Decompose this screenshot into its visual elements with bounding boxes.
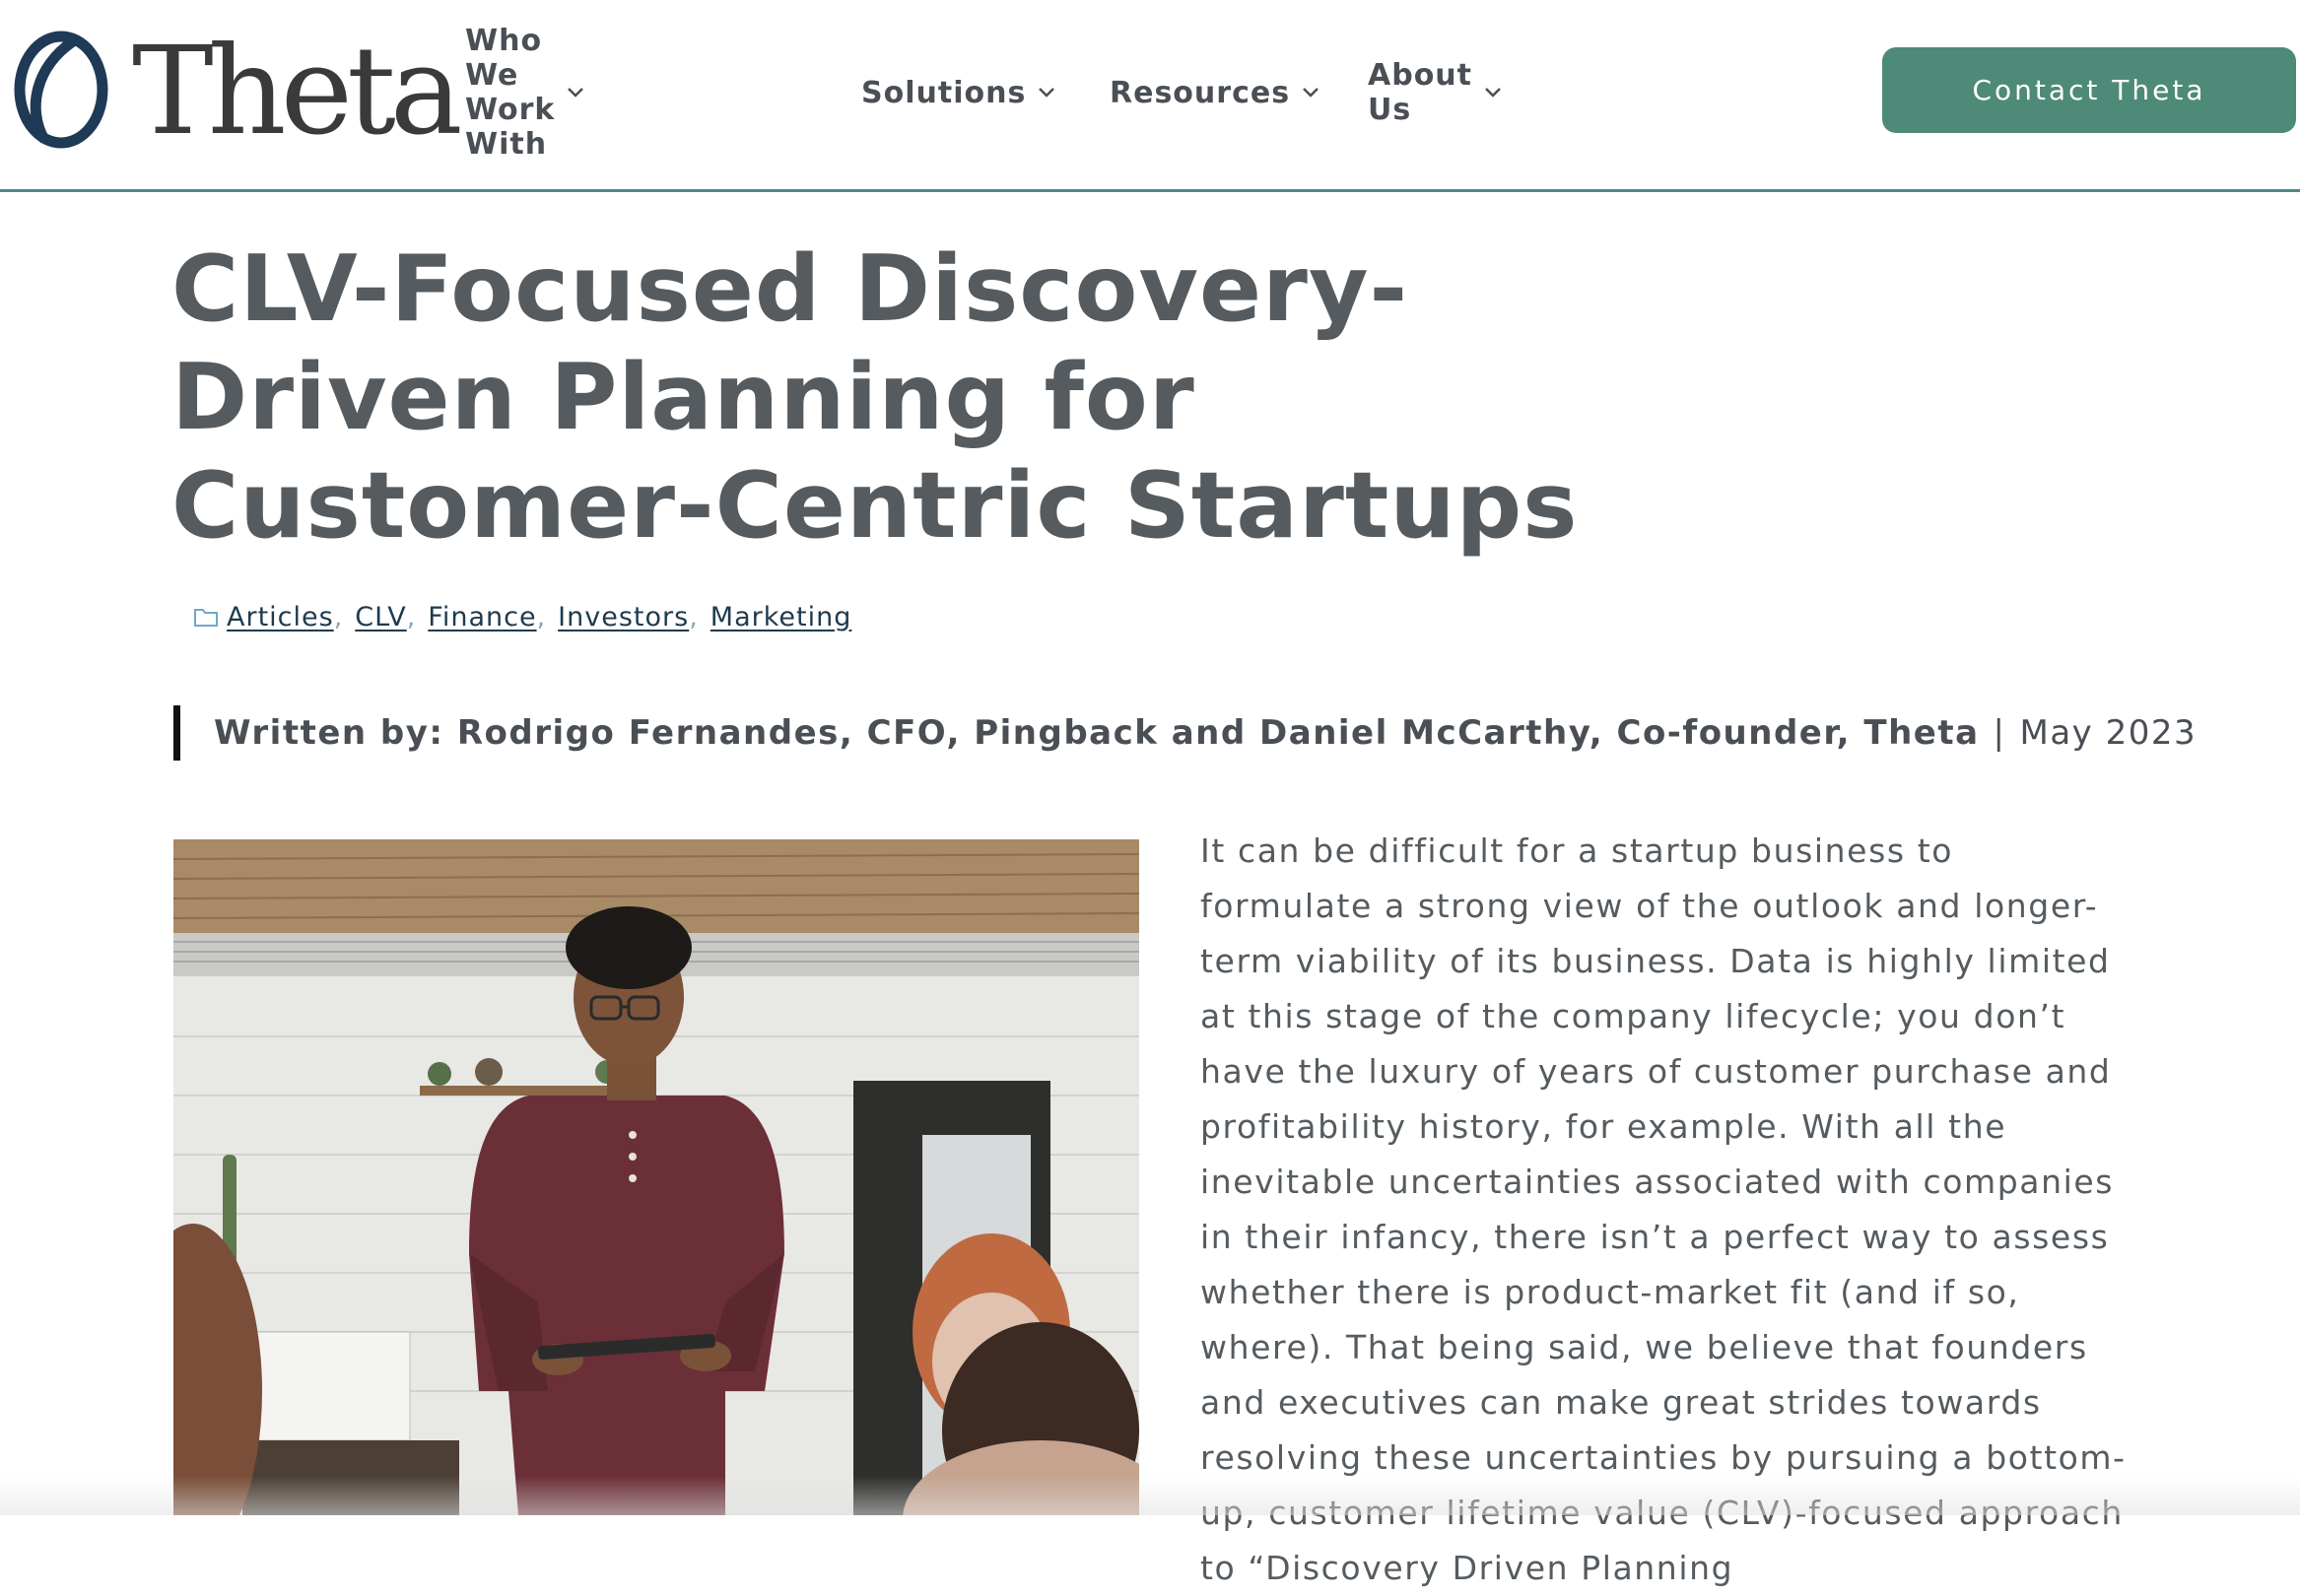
- article-title: CLV-Focused Discovery-Driven Planning fo…: [171, 235, 1579, 559]
- chevron-down-icon: [1038, 87, 1055, 99]
- category-link-investors[interactable]: Investors: [558, 602, 689, 632]
- nav-who-we-work-with[interactable]: Who We Work With: [465, 24, 584, 162]
- contact-theta-button[interactable]: Contact Theta: [1882, 47, 2296, 133]
- chevron-down-icon: [567, 87, 584, 99]
- category-separator: ,: [406, 601, 417, 632]
- category-separator: ,: [689, 601, 699, 632]
- category-link-marketing[interactable]: Marketing: [710, 602, 852, 632]
- brand-name: Theta: [132, 21, 463, 163]
- category-link-articles[interactable]: Articles: [227, 602, 334, 632]
- nav-label: About Us: [1368, 58, 1473, 127]
- article-body: It can be difficult for a startup busine…: [1200, 824, 2127, 1596]
- category-list: Articles, CLV, Finance, Investors, Marke…: [193, 597, 851, 636]
- chevron-down-icon: [1302, 87, 1319, 99]
- article-hero-photo: [173, 839, 1139, 1515]
- nav-label: Solutions: [861, 75, 1027, 110]
- site-header: Theta Who We Work With Solutions Resourc…: [0, 0, 2300, 192]
- nav-about-us[interactable]: About Us: [1368, 58, 1502, 127]
- byline-date: May 2023: [2019, 713, 2198, 753]
- theta-logo-mark-icon: [14, 31, 108, 149]
- nav-solutions[interactable]: Solutions: [861, 65, 1055, 120]
- nav-label: Who We Work With: [465, 24, 556, 162]
- byline-separator: |: [1993, 713, 2006, 753]
- byline: Written by: Rodrigo Fernandes, CFO, Ping…: [173, 705, 2197, 761]
- nav-resources[interactable]: Resources: [1110, 65, 1319, 120]
- article-paragraph: It can be difficult for a startup busine…: [1200, 831, 2127, 1587]
- category-separator: ,: [333, 601, 344, 632]
- nav-label: Resources: [1110, 75, 1291, 110]
- chevron-down-icon: [1484, 87, 1502, 99]
- category-link-clv[interactable]: CLV: [355, 602, 406, 632]
- category-link-finance[interactable]: Finance: [428, 602, 536, 632]
- theta-logo[interactable]: Theta: [14, 28, 463, 156]
- category-separator: ,: [536, 601, 547, 632]
- presenter-photo-illustration: [173, 839, 1139, 1515]
- byline-authors: Written by: Rodrigo Fernandes, CFO, Ping…: [214, 713, 1980, 753]
- folder-icon: [193, 606, 219, 628]
